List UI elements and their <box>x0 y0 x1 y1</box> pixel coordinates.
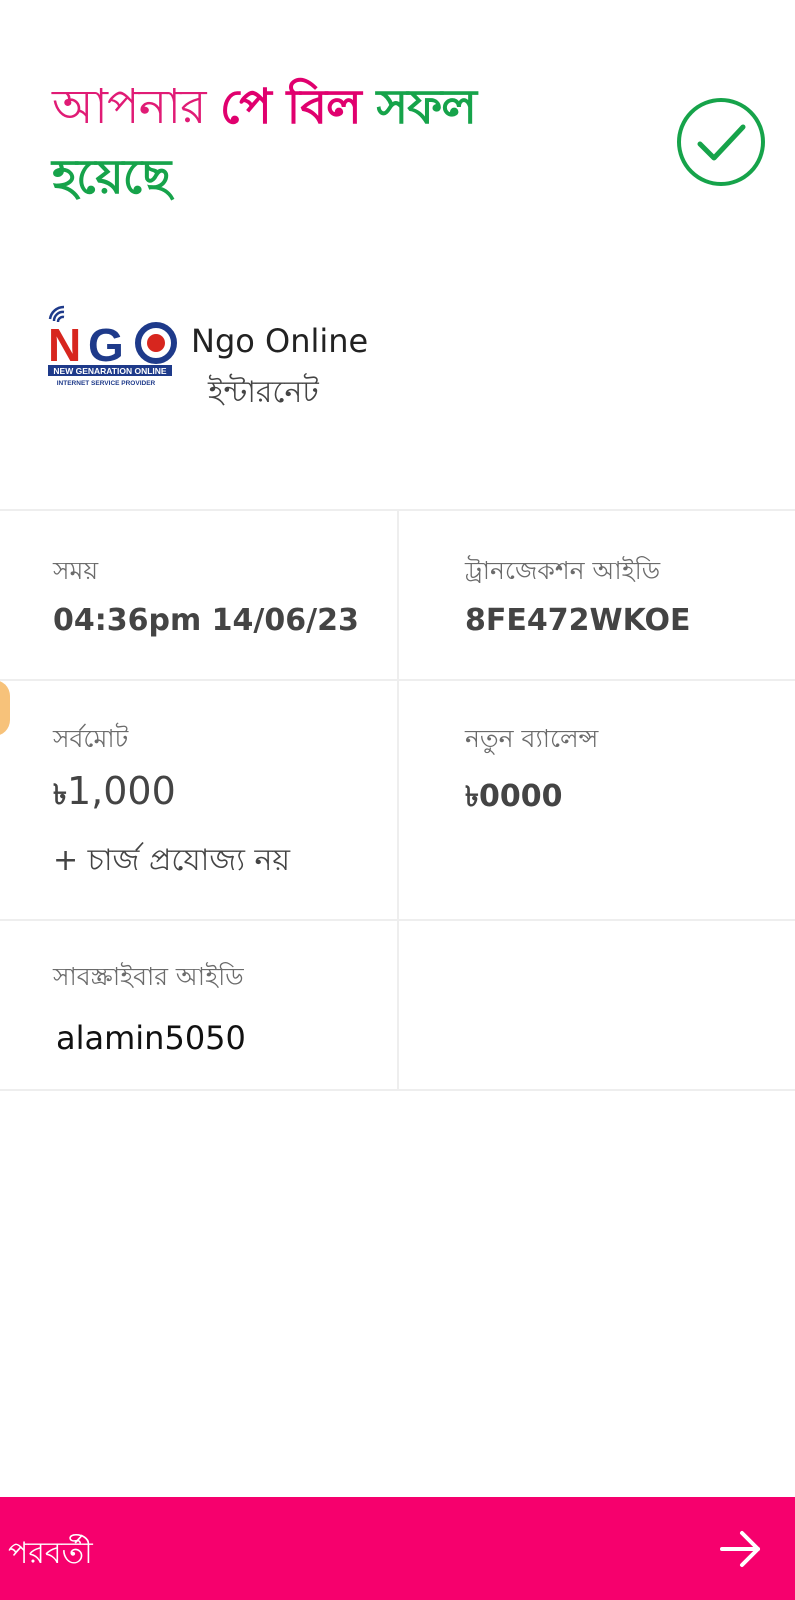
title-part-2: পে বিল <box>219 79 377 135</box>
total-label: সর্বমোট <box>53 724 129 753</box>
total-value: 1,000 <box>66 769 176 813</box>
total-amount: ৳1,000 <box>53 769 176 820</box>
transaction-id-label: ট্রানজেকশন আইডি <box>465 556 661 585</box>
new-balance-amount: ৳0000 <box>465 775 562 822</box>
page-title: আপনার পে বিল সফল হয়েছে <box>52 72 612 212</box>
time-label: সময় <box>53 556 99 585</box>
title-part-1: আপনার <box>52 79 220 135</box>
balance-currency-symbol: ৳ <box>465 780 479 813</box>
title-part-4: হয়েছে <box>52 149 171 205</box>
subscriber-id-label: সাবস্ক্রাইবার আইডি <box>53 962 244 991</box>
svg-text:N: N <box>48 319 81 371</box>
svg-text:NEW GENARATION ONLINE: NEW GENARATION ONLINE <box>53 366 167 376</box>
grid-divider-row-1 <box>0 679 795 681</box>
new-balance-label: নতুন ব্যালেন্স <box>465 724 599 753</box>
subscriber-id-value: alamin5050 <box>56 1019 246 1057</box>
arrow-right-icon <box>720 1531 760 1567</box>
next-button[interactable]: পরবর্তী <box>0 1497 795 1600</box>
new-balance-value: 0000 <box>478 779 563 814</box>
merchant-name: Ngo Online <box>191 322 369 360</box>
next-button-label: পরবর্তী <box>8 1536 93 1571</box>
svg-text:INTERNET SERVICE PROVIDER: INTERNET SERVICE PROVIDER <box>57 380 156 387</box>
merchant-type: ইন্টারনেট <box>208 375 319 410</box>
svg-text:G: G <box>88 319 124 371</box>
merchant-logo: N G NEW GENARATION ONLINE INTERNET SERVI… <box>48 305 177 387</box>
grid-divider-row-2 <box>0 919 795 921</box>
transaction-id-value: 8FE472WKOE <box>465 603 691 638</box>
currency-symbol: ৳ <box>53 778 67 811</box>
time-value: 04:36pm 14/06/23 <box>53 603 359 638</box>
title-part-3: সফল <box>376 79 478 135</box>
check-circle-icon <box>677 98 765 186</box>
charge-note: + চার্জ প্রযোজ্য নয় <box>53 843 291 878</box>
transaction-details: সময় 04:36pm 14/06/23 ট্রানজেকশন আইডি 8F… <box>0 509 795 1091</box>
grid-divider-vertical <box>397 511 399 1089</box>
